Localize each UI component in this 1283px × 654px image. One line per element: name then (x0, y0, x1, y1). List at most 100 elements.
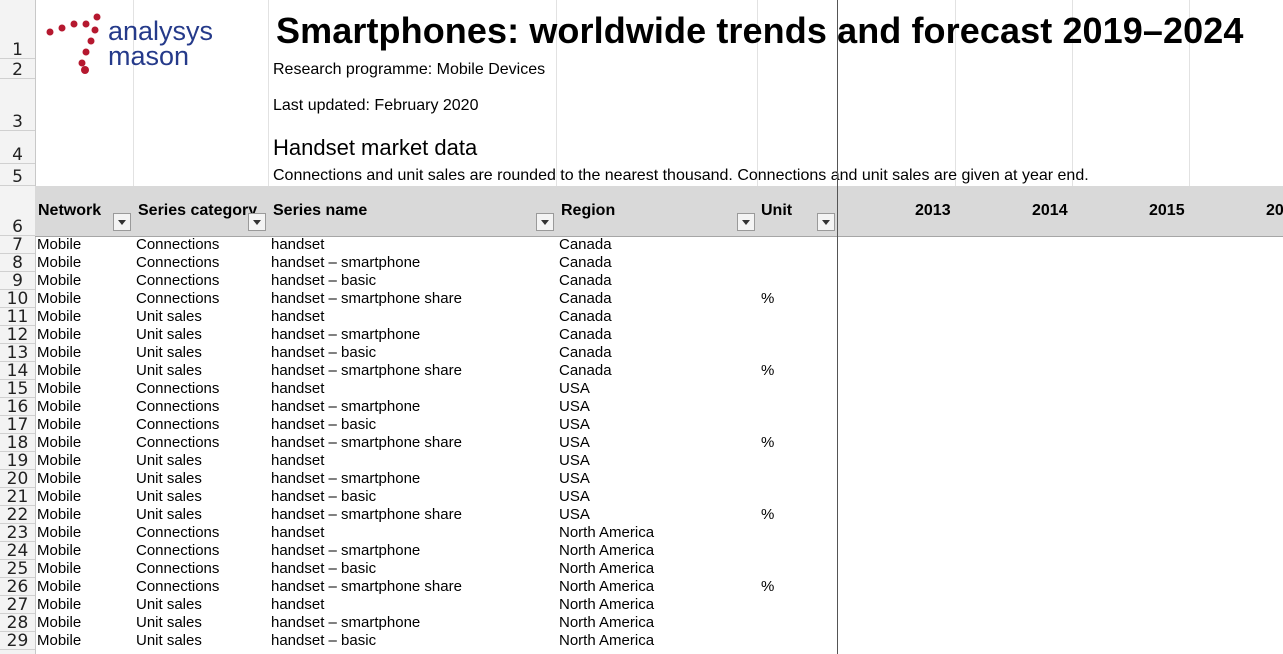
cell-series-category[interactable]: Unit sales (136, 488, 202, 506)
filter-series-name-button[interactable] (536, 213, 554, 231)
cell-region[interactable]: North America (559, 578, 654, 596)
cell-region[interactable]: Canada (559, 344, 612, 362)
cell-network[interactable]: Mobile (37, 416, 81, 434)
row-number[interactable]: 1 (0, 0, 35, 59)
cell-network[interactable]: Mobile (37, 308, 81, 326)
cell-network[interactable]: Mobile (37, 452, 81, 470)
row-number[interactable]: 15 (0, 380, 35, 398)
row-number[interactable]: 4 (0, 131, 35, 164)
cell-region[interactable]: USA (559, 452, 590, 470)
cell-series-category[interactable]: Connections (136, 542, 219, 560)
cell-region[interactable]: USA (559, 380, 590, 398)
cell-unit[interactable]: % (761, 290, 774, 308)
row-number[interactable]: 19 (0, 452, 35, 470)
cell-region[interactable]: North America (559, 560, 654, 578)
cell-series-category[interactable]: Connections (136, 254, 219, 272)
filter-region-button[interactable] (737, 213, 755, 231)
cell-region[interactable]: USA (559, 506, 590, 524)
cell-series-name[interactable]: handset (271, 524, 324, 542)
cell-network[interactable]: Mobile (37, 560, 81, 578)
cell-unit[interactable]: % (761, 578, 774, 596)
row-number[interactable]: 3 (0, 79, 35, 131)
cell-network[interactable]: Mobile (37, 488, 81, 506)
row-number[interactable]: 21 (0, 488, 35, 506)
cell-series-category[interactable]: Unit sales (136, 452, 202, 470)
cell-network[interactable]: Mobile (37, 236, 81, 254)
row-number[interactable]: 29 (0, 632, 35, 650)
cell-series-name[interactable]: handset (271, 380, 324, 398)
cell-unit[interactable]: % (761, 362, 774, 380)
cell-series-category[interactable]: Unit sales (136, 344, 202, 362)
cell-region[interactable]: Canada (559, 290, 612, 308)
row-number[interactable]: 16 (0, 398, 35, 416)
cell-region[interactable]: USA (559, 434, 590, 452)
cell-series-name[interactable]: handset – basic (271, 272, 376, 290)
cell-series-category[interactable]: Connections (136, 380, 219, 398)
cell-network[interactable]: Mobile (37, 398, 81, 416)
cell-network[interactable]: Mobile (37, 542, 81, 560)
cell-network[interactable]: Mobile (37, 632, 81, 650)
cell-region[interactable]: USA (559, 470, 590, 488)
row-number[interactable]: 12 (0, 326, 35, 344)
cell-series-category[interactable]: Connections (136, 578, 219, 596)
cell-network[interactable]: Mobile (37, 290, 81, 308)
cell-region[interactable]: Canada (559, 272, 612, 290)
row-number[interactable]: 9 (0, 272, 35, 290)
cell-network[interactable]: Mobile (37, 362, 81, 380)
row-number[interactable]: 5 (0, 164, 35, 186)
cell-series-name[interactable]: handset – basic (271, 632, 376, 650)
cell-series-name[interactable]: handset – smartphone share (271, 362, 462, 380)
cell-series-category[interactable]: Connections (136, 416, 219, 434)
cell-series-name[interactable]: handset (271, 236, 324, 254)
cell-region[interactable]: Canada (559, 308, 612, 326)
cell-unit[interactable]: % (761, 434, 774, 452)
cell-region[interactable]: Canada (559, 362, 612, 380)
cell-network[interactable]: Mobile (37, 524, 81, 542)
cell-network[interactable]: Mobile (37, 614, 81, 632)
cell-series-name[interactable]: handset – smartphone (271, 470, 420, 488)
row-number[interactable]: 24 (0, 542, 35, 560)
cell-series-category[interactable]: Unit sales (136, 470, 202, 488)
row-number[interactable]: 11 (0, 308, 35, 326)
cell-region[interactable]: USA (559, 398, 590, 416)
cell-series-name[interactable]: handset – basic (271, 344, 376, 362)
row-number[interactable]: 13 (0, 344, 35, 362)
cell-series-name[interactable]: handset (271, 596, 324, 614)
row-number[interactable]: 2 (0, 59, 35, 79)
cell-series-category[interactable]: Unit sales (136, 308, 202, 326)
cell-region[interactable]: Canada (559, 254, 612, 272)
filter-network-button[interactable] (113, 213, 131, 231)
cell-region[interactable]: USA (559, 416, 590, 434)
cell-network[interactable]: Mobile (37, 344, 81, 362)
cell-network[interactable]: Mobile (37, 596, 81, 614)
cell-series-name[interactable]: handset (271, 308, 324, 326)
filter-unit-button[interactable] (817, 213, 835, 231)
row-number[interactable]: 10 (0, 290, 35, 308)
row-number[interactable]: 14 (0, 362, 35, 380)
cell-series-name[interactable]: handset – smartphone (271, 326, 420, 344)
cell-series-category[interactable]: Unit sales (136, 596, 202, 614)
row-number[interactable]: 7 (0, 236, 35, 254)
cell-series-name[interactable]: handset – smartphone (271, 542, 420, 560)
cell-region[interactable]: North America (559, 542, 654, 560)
cell-series-name[interactable]: handset – smartphone share (271, 290, 462, 308)
cell-series-category[interactable]: Connections (136, 434, 219, 452)
cell-region[interactable]: North America (559, 632, 654, 650)
cell-series-name[interactable]: handset – basic (271, 488, 376, 506)
row-number[interactable]: 17 (0, 416, 35, 434)
cell-network[interactable]: Mobile (37, 380, 81, 398)
cell-series-name[interactable]: handset (271, 452, 324, 470)
cell-network[interactable]: Mobile (37, 272, 81, 290)
row-number[interactable]: 26 (0, 578, 35, 596)
cell-series-category[interactable]: Unit sales (136, 614, 202, 632)
cell-series-category[interactable]: Connections (136, 236, 219, 254)
row-number[interactable]: 23 (0, 524, 35, 542)
row-number[interactable]: 22 (0, 506, 35, 524)
cell-series-category[interactable]: Unit sales (136, 326, 202, 344)
cell-series-category[interactable]: Unit sales (136, 632, 202, 650)
cell-network[interactable]: Mobile (37, 434, 81, 452)
row-number[interactable]: 27 (0, 596, 35, 614)
row-number[interactable]: 28 (0, 614, 35, 632)
row-number[interactable]: 18 (0, 434, 35, 452)
row-number[interactable]: 25 (0, 560, 35, 578)
